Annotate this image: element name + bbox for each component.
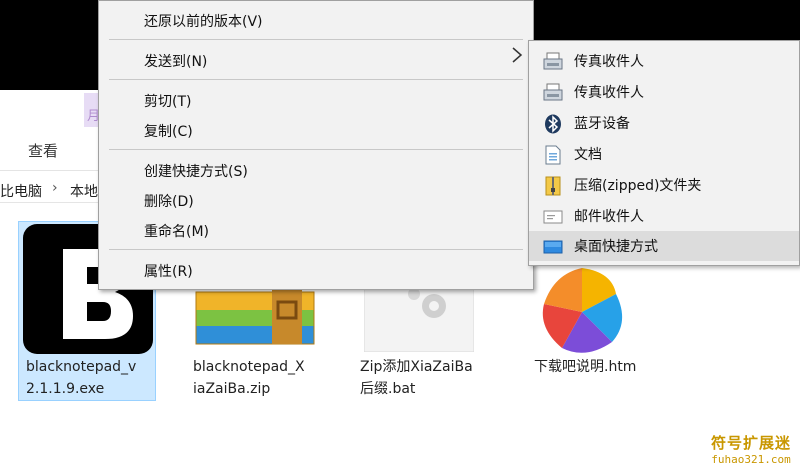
- file-name-line2: 后缀.bat: [360, 381, 416, 397]
- send-to-desktop-shortcut[interactable]: 桌面快捷方式: [529, 231, 799, 261]
- ribbon-tab-view[interactable]: 查看: [28, 140, 58, 161]
- menu-item-properties[interactable]: 属性(R): [144, 261, 193, 281]
- send-to-zip-folder[interactable]: 压缩(zipped)文件夹: [529, 170, 799, 200]
- breadcrumb-this-pc[interactable]: 比电脑: [0, 181, 42, 201]
- context-menu: 还原以前的版本(V) 发送到(N) 剪切(T) 复制(C) 创建快捷方式(S) …: [98, 0, 534, 290]
- menu-item-delete[interactable]: 删除(D): [144, 191, 194, 211]
- file-name-line1: Zip添加XiaZaiBa: [360, 359, 473, 375]
- file-name-line1: 下载吧说明.htm: [534, 359, 637, 375]
- menu-item-send-to[interactable]: 发送到(N): [144, 51, 207, 71]
- menu-item-restore-previous[interactable]: 还原以前的版本(V): [144, 11, 263, 31]
- menu-separator: [109, 149, 523, 150]
- menu-separator: [109, 39, 523, 40]
- bluetooth-icon: [545, 114, 561, 134]
- watermark-url: fuhao321.com: [711, 453, 791, 466]
- menu-item-create-shortcut[interactable]: 创建快捷方式(S): [144, 161, 248, 181]
- menu-item-rename[interactable]: 重命名(M): [144, 221, 209, 241]
- menu-separator: [109, 79, 523, 80]
- menu-item-cut[interactable]: 剪切(T): [144, 91, 191, 111]
- submenu-item-label: 文档: [574, 147, 602, 163]
- submenu-item-label: 邮件收件人: [574, 209, 644, 225]
- fax-icon: [543, 83, 563, 101]
- file-name-line1: blacknotepad_X: [193, 359, 305, 375]
- submenu-item-label: 桌面快捷方式: [574, 239, 658, 255]
- menu-item-copy[interactable]: 复制(C): [144, 121, 193, 141]
- menu-separator: [109, 249, 523, 250]
- file-name-line2: 2.1.1.9.exe: [26, 381, 105, 397]
- send-to-mail-recipient[interactable]: 邮件收件人: [529, 201, 799, 231]
- send-to-submenu: 传真收件人 传真收件人 蓝牙设备 文档 压缩(zipped)文件夹 邮件收件人 …: [528, 40, 800, 266]
- watermark-title: 符号扩展迷: [710, 434, 791, 452]
- document-icon: [545, 145, 561, 165]
- send-to-bluetooth[interactable]: 蓝牙设备: [529, 108, 799, 138]
- zip-folder-icon: [545, 176, 561, 196]
- submenu-item-label: 压缩(zipped)文件夹: [574, 178, 702, 194]
- fax-icon: [543, 52, 563, 70]
- send-to-documents[interactable]: 文档: [529, 139, 799, 169]
- submenu-item-label: 蓝牙设备: [574, 116, 630, 132]
- chevron-right-icon: [512, 47, 523, 63]
- file-name-line2: iaZaiBa.zip: [193, 381, 271, 397]
- site-watermark: 符号扩展迷 fuhao321.com: [704, 432, 798, 466]
- file-name-line1: blacknotepad_v: [26, 359, 137, 375]
- mail-icon: [543, 210, 563, 224]
- ribbon-contextual-tab[interactable]: 月: [84, 93, 100, 127]
- desktop-icon: [543, 240, 563, 254]
- breadcrumb-separator[interactable]: ›: [52, 180, 58, 196]
- submenu-item-label: 传真收件人: [574, 85, 644, 101]
- breadcrumb-local-disk[interactable]: 本地: [70, 181, 98, 201]
- send-to-fax-recipient[interactable]: 传真收件人: [529, 46, 799, 76]
- send-to-fax-recipient-2[interactable]: 传真收件人: [529, 77, 799, 107]
- batch-gear-icon: [364, 282, 474, 352]
- pinwheel-browser-icon: [542, 268, 623, 353]
- submenu-item-label: 传真收件人: [574, 54, 644, 70]
